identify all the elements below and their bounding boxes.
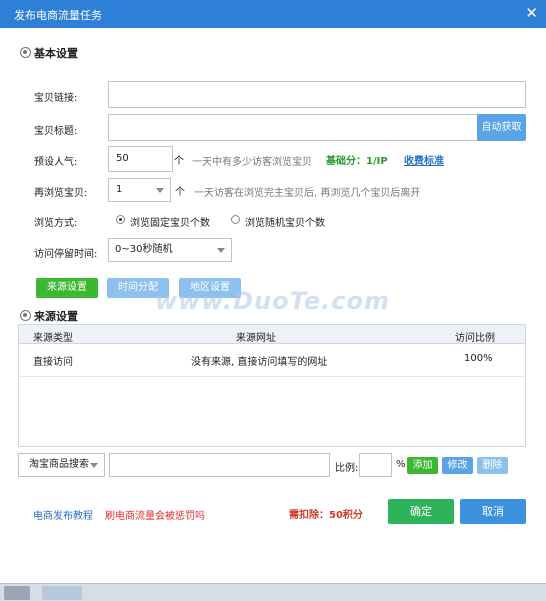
taskbar-app-icon[interactable] bbox=[4, 586, 30, 600]
percent-sign: % bbox=[396, 459, 406, 470]
taskbar-app-icon[interactable] bbox=[42, 586, 82, 600]
title-bar: 发布电商流量任务 ✕ bbox=[0, 0, 546, 28]
row-ratio: 100% bbox=[464, 353, 493, 364]
radio-random-label[interactable]: 浏览随机宝贝个数 bbox=[245, 214, 325, 229]
edit-button[interactable]: 修改 bbox=[442, 457, 473, 474]
gear-icon bbox=[20, 47, 31, 58]
table-header: 来源类型 来源网址 访问比例 bbox=[19, 325, 525, 344]
title-input[interactable] bbox=[108, 114, 478, 141]
stay-time-label: 访问停留时间: bbox=[34, 249, 98, 260]
title-label: 宝贝标题: bbox=[34, 126, 78, 137]
rebrowse-select[interactable]: 1 bbox=[108, 178, 171, 202]
rebrowse-label: 再浏览宝贝: bbox=[34, 188, 88, 199]
window-title: 发布电商流量任务 bbox=[14, 9, 102, 22]
radio-random[interactable] bbox=[231, 215, 240, 224]
popularity-unit: 个 bbox=[174, 156, 184, 167]
tutorial-link[interactable]: 电商发布教程 bbox=[33, 507, 93, 522]
fee-standard-link[interactable]: 收费标准 bbox=[404, 152, 444, 167]
link-label: 宝贝链接: bbox=[34, 93, 78, 104]
base-score: 基础分：1/IP bbox=[326, 156, 388, 167]
row-url: 没有来源, 直接访问填写的网址 bbox=[191, 357, 328, 368]
column-header: 来源类型 bbox=[33, 333, 73, 344]
cancel-button[interactable]: 取消 bbox=[460, 499, 526, 524]
column-header: 访问比例 bbox=[455, 333, 495, 344]
link-input[interactable] bbox=[108, 81, 526, 108]
confirm-button[interactable]: 确定 bbox=[388, 499, 454, 524]
add-button[interactable]: 添加 bbox=[407, 457, 438, 474]
browse-mode-label: 浏览方式: bbox=[34, 218, 78, 229]
section-title-source: 来源设置 bbox=[34, 310, 78, 323]
chevron-down-icon bbox=[90, 463, 98, 468]
table-row[interactable]: 直接访问 没有来源, 直接访问填写的网址 100% bbox=[19, 344, 525, 377]
stay-time-value: 0~30秒随机 bbox=[115, 244, 173, 255]
row-type: 直接访问 bbox=[33, 357, 73, 368]
taskbar bbox=[0, 583, 546, 601]
radio-fixed-label[interactable]: 浏览固定宝贝个数 bbox=[130, 214, 210, 229]
popularity-hint: 一天中有多少访客浏览宝贝 bbox=[192, 157, 312, 168]
auto-fetch-button[interactable]: 自动获取 bbox=[477, 114, 526, 141]
stay-time-select[interactable]: 0~30秒随机 bbox=[108, 238, 232, 262]
source-type-select[interactable]: 淘宝商品搜索 bbox=[18, 453, 105, 477]
gear-icon bbox=[20, 310, 31, 321]
tab-source-settings[interactable]: 来源设置 bbox=[36, 278, 98, 298]
radio-fixed[interactable] bbox=[116, 215, 125, 224]
ratio-input[interactable] bbox=[359, 453, 392, 477]
chevron-down-icon bbox=[217, 248, 225, 253]
penalty-link[interactable]: 刷电商流量会被惩罚吗 bbox=[105, 507, 205, 522]
source-url-input[interactable] bbox=[109, 453, 330, 477]
rebrowse-unit: 个 bbox=[175, 187, 185, 198]
rebrowse-value: 1 bbox=[116, 184, 123, 195]
source-type-value: 淘宝商品搜索 bbox=[29, 459, 89, 470]
watermark: www.DuoTe.com bbox=[155, 287, 390, 315]
column-header: 来源网址 bbox=[236, 333, 276, 344]
popularity-label: 预设人气: bbox=[34, 157, 78, 168]
source-table: 来源类型 来源网址 访问比例 直接访问 没有来源, 直接访问填写的网址 100% bbox=[18, 324, 526, 447]
close-icon[interactable]: ✕ bbox=[525, 4, 538, 22]
section-title-basic: 基本设置 bbox=[34, 47, 78, 60]
ratio-label: 比例: bbox=[335, 463, 359, 474]
rebrowse-hint: 一天访客在浏览完主宝贝后, 再浏览几个宝贝后离开 bbox=[194, 188, 421, 199]
popularity-input[interactable]: 50 bbox=[108, 146, 173, 172]
chevron-down-icon bbox=[156, 188, 164, 193]
delete-button[interactable]: 删除 bbox=[477, 457, 508, 474]
deduct-points: 需扣除：50积分 bbox=[289, 510, 363, 521]
